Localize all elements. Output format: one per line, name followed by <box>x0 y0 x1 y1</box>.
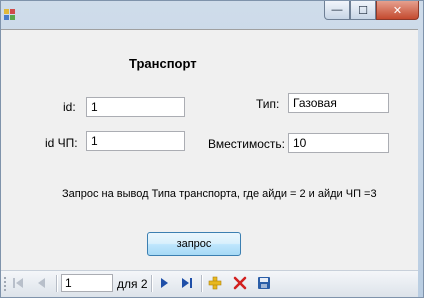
type-label: Тип: <box>256 97 280 111</box>
maximize-button[interactable]: ☐ <box>350 1 376 20</box>
query-button[interactable]: запрос <box>147 232 241 256</box>
form-client-area: Транспорт id: id ЧП: Тип: Вместимость: З… <box>1 29 418 297</box>
close-button[interactable]: ✕ <box>376 1 419 20</box>
maximize-icon: ☐ <box>358 4 368 17</box>
minimize-icon: — <box>331 4 343 16</box>
minimize-button[interactable]: — <box>324 1 350 20</box>
query-description: Запрос на вывод Типа транспорта, где айд… <box>62 188 377 200</box>
record-count: для 2 <box>117 277 148 291</box>
id-chp-input[interactable] <box>86 131 185 151</box>
window-controls: — ☐ ✕ <box>324 1 419 21</box>
capacity-input[interactable] <box>288 133 389 153</box>
move-last-icon <box>182 278 192 288</box>
capacity-label: Вместимость: <box>208 137 285 151</box>
toolbar-separator <box>151 275 153 292</box>
id-input[interactable] <box>86 97 185 117</box>
app-window: — ☐ ✕ Транспорт id: id ЧП: Тип: Вместимо… <box>0 0 424 298</box>
binding-navigator: для 2 <box>1 270 418 297</box>
move-next-icon <box>161 278 168 288</box>
move-previous-button[interactable] <box>33 274 51 292</box>
id-chp-label: id ЧП: <box>45 136 78 150</box>
delete-button[interactable] <box>231 274 249 292</box>
move-previous-icon <box>38 278 45 288</box>
toolbar-separator <box>201 275 203 292</box>
close-icon: ✕ <box>392 4 403 17</box>
move-last-button[interactable] <box>178 274 196 292</box>
title-bar[interactable]: — ☐ ✕ <box>1 1 424 29</box>
move-first-button[interactable] <box>9 274 27 292</box>
save-button[interactable] <box>255 274 273 292</box>
form-title: Транспорт <box>129 56 197 71</box>
app-icon <box>4 9 16 21</box>
save-icon <box>258 277 270 289</box>
toolbar-grip[interactable] <box>4 277 6 291</box>
move-next-button[interactable] <box>155 274 173 292</box>
type-input[interactable] <box>288 93 389 113</box>
delete-icon <box>233 276 247 290</box>
add-new-button[interactable] <box>206 274 224 292</box>
move-first-icon <box>13 278 23 288</box>
position-input[interactable] <box>61 274 113 292</box>
add-icon <box>208 276 222 290</box>
id-label: id: <box>63 100 76 114</box>
toolbar-separator <box>56 275 58 292</box>
